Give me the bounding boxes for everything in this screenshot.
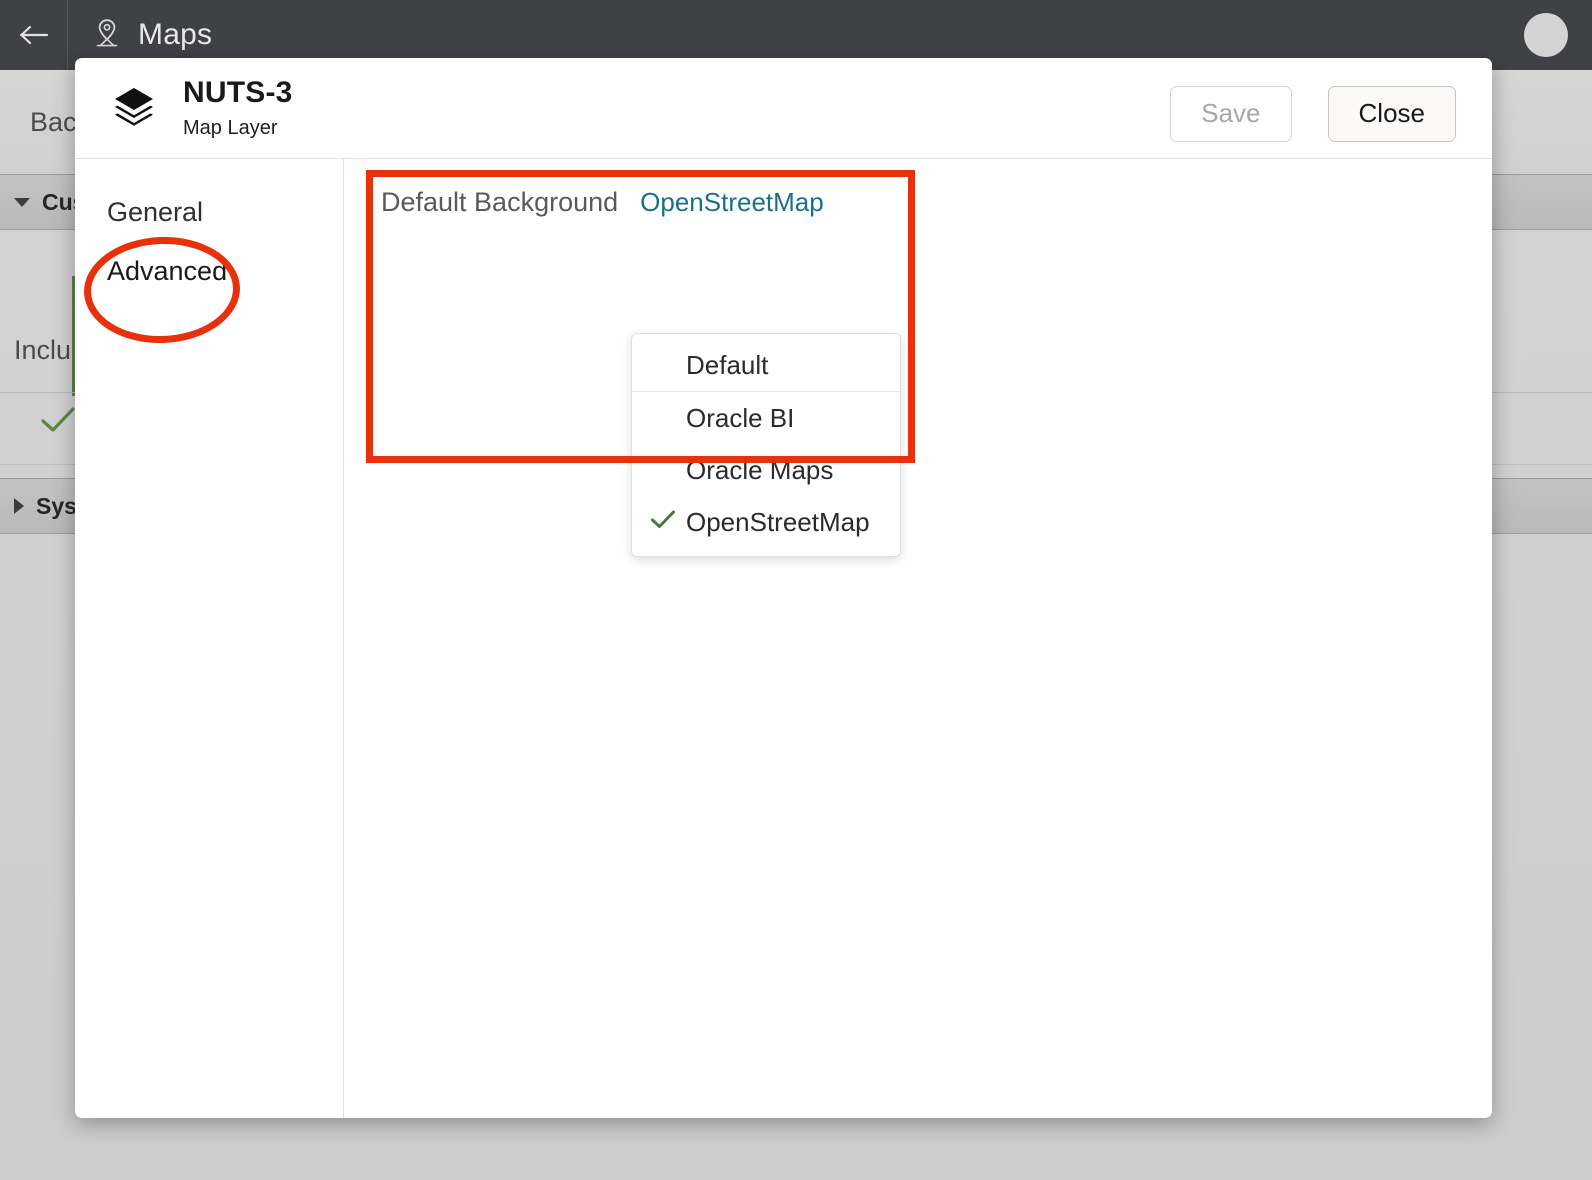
map-layer-dialog: NUTS-3 Map Layer Save Close General Adva… [75,58,1492,1118]
dialog-header: NUTS-3 Map Layer Save Close [75,58,1492,159]
save-button[interactable]: Save [1170,86,1292,142]
dropdown-option-oracle-maps[interactable]: Oracle Maps [632,444,900,496]
check-icon [40,405,76,440]
dropdown-option-label: OpenStreetMap [686,506,870,537]
app-title: Maps [138,18,213,51]
tab-general[interactable]: General [75,183,343,242]
default-background-label: Default Background [381,187,619,217]
back-button[interactable] [0,0,68,70]
default-background-value[interactable]: OpenStreetMap [640,187,824,218]
dropdown-option-label: Default [686,350,769,380]
default-background-field: Default Background OpenStreetMap [344,159,1492,218]
background-include-label: Inclu [14,335,72,365]
dropdown-option-label: Oracle BI [686,402,795,433]
dialog-body: General Advanced Default Background Open… [75,159,1492,1118]
dropdown-option-default[interactable]: Default [632,340,900,392]
map-pin-icon [94,18,120,53]
check-icon [650,507,676,538]
layers-icon [111,83,157,134]
background-toolbar-label: Bac [30,106,77,137]
tab-advanced[interactable]: Advanced [75,242,343,301]
dialog-actions: Save Close [1170,86,1456,142]
dialog-content: Default Background OpenStreetMap Default… [344,159,1492,1118]
arrow-left-icon [19,24,49,46]
dropdown-option-oracle-bi[interactable]: Oracle BI [632,392,900,444]
default-background-dropdown-menu: Default Oracle BI Oracle Maps OpenStreet… [631,333,901,557]
dialog-title: NUTS-3 [183,76,293,110]
dialog-sidebar: General Advanced [75,159,344,1118]
chevron-right-icon [14,498,24,514]
dropdown-option-label: Oracle Maps [686,454,834,485]
close-button[interactable]: Close [1327,86,1456,142]
dialog-subtitle: Map Layer [183,116,278,139]
chevron-down-icon [14,197,30,207]
avatar[interactable] [1524,13,1568,57]
app-root: Maps Bac Cus Inclu Syst NUTS-3 Map Layer… [0,0,1592,1180]
dropdown-option-openstreetmap[interactable]: OpenStreetMap [632,496,900,548]
app-title-group: Maps [68,18,212,53]
dialog-title-group: NUTS-3 Map Layer [183,76,293,140]
